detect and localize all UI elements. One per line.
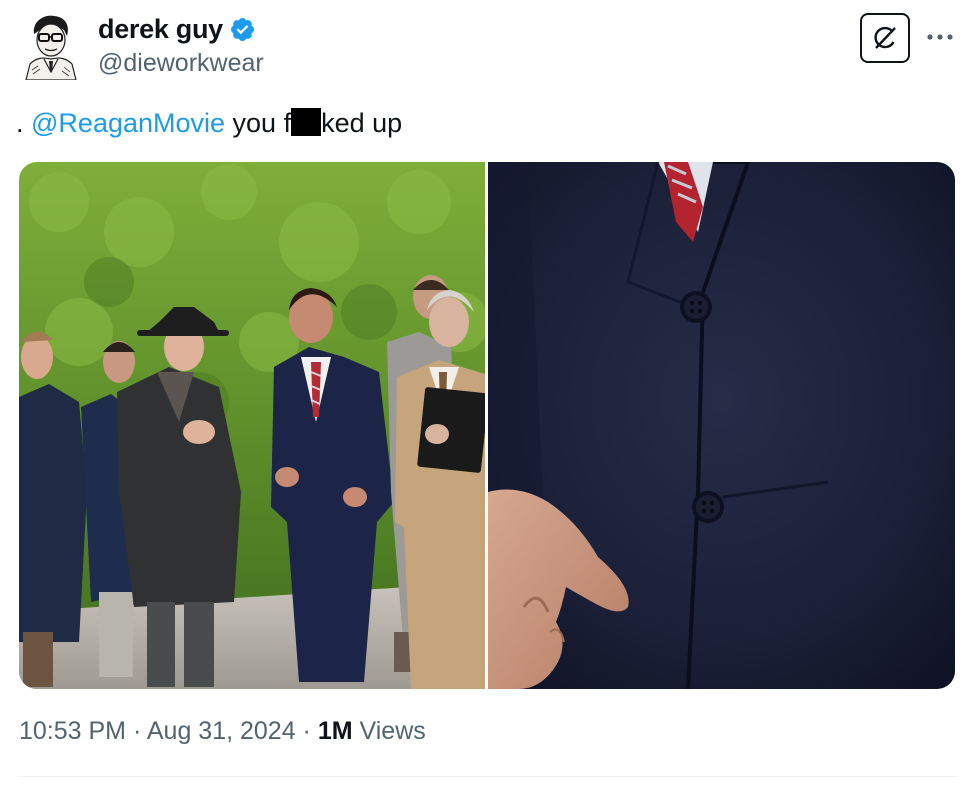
photo-jacket-closeup-image — [488, 162, 955, 689]
tweet: derek guy @dieworkwear . @ReaganMovie yo… — [0, 0, 980, 789]
tweet-meta: 10:53 PM · Aug 31, 2024 · 1M Views — [19, 717, 426, 746]
avatar[interactable] — [20, 12, 80, 80]
more-dots-icon — [927, 34, 953, 40]
tweet-text-before: you f — [225, 108, 292, 138]
tweet-text-after: ked up — [321, 108, 403, 138]
photo-men-walking-image — [19, 162, 485, 689]
tweet-time[interactable]: 10:53 PM — [19, 717, 126, 745]
media-grid — [19, 162, 955, 689]
meta-separator-2: · — [295, 717, 318, 745]
author-handle[interactable]: @dieworkwear — [98, 49, 264, 78]
more-options-button[interactable] — [922, 22, 958, 52]
verified-badge-icon — [230, 17, 254, 42]
redaction-box — [291, 108, 322, 136]
mention-link[interactable]: @ReaganMovie — [31, 108, 225, 138]
photo-men-walking[interactable] — [19, 162, 485, 689]
author-name-row[interactable]: derek guy — [98, 14, 256, 45]
grok-button[interactable] — [860, 13, 910, 63]
views-label: Views — [352, 717, 426, 745]
author-display-name[interactable]: derek guy — [98, 14, 223, 45]
tweet-prefix: . — [16, 108, 32, 138]
grok-icon — [874, 26, 896, 49]
meta-separator-1: · — [126, 717, 147, 745]
sketch-portrait-icon — [20, 12, 80, 80]
divider — [19, 776, 956, 777]
tweet-date[interactable]: Aug 31, 2024 — [147, 717, 296, 745]
views-count: 1M — [317, 717, 353, 745]
tweet-text: . @ReaganMovie you f ked up — [16, 106, 402, 140]
photo-jacket-closeup[interactable] — [488, 162, 955, 689]
